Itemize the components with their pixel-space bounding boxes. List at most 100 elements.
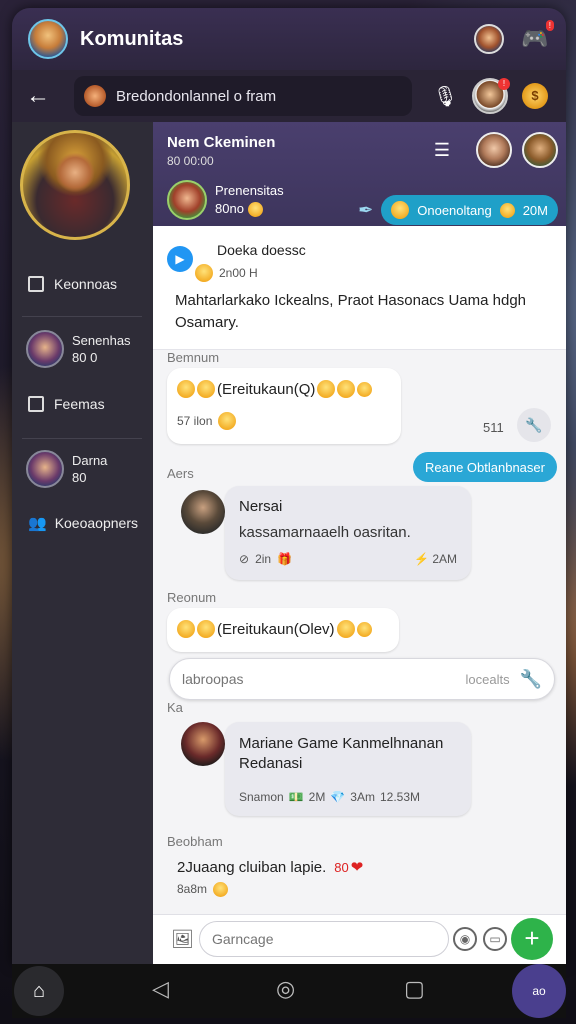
- sticker-button-icon[interactable]: ▭: [483, 927, 507, 951]
- message-time: 8a8m: [177, 882, 208, 896]
- message-text: 2Juaang cluiban lapie.: [177, 858, 327, 876]
- recents-square-icon[interactable]: ▢: [404, 976, 425, 1002]
- sidebar-item-0[interactable]: Keonnoas: [28, 276, 117, 292]
- search-input[interactable]: [182, 671, 466, 687]
- microphone-icon[interactable]: 🎙: [433, 84, 458, 109]
- sidebar-user-sub: 80: [72, 470, 87, 485]
- action-pill-button[interactable]: Onoenoltang 20M: [381, 195, 558, 225]
- bolt-icon: ⚡: [414, 552, 429, 566]
- sidebar-user-name: Senenhas: [72, 333, 131, 348]
- message-bubble[interactable]: (Ereitukaun(Q) 57 ilon: [167, 368, 401, 444]
- channel-selector[interactable]: Bredondonlannel o fram: [74, 76, 412, 116]
- message-text: (Ereitukaun(Olev): [217, 620, 335, 638]
- door-icon: [28, 396, 44, 412]
- sidebar-item-label: Koeoaopners: [54, 515, 138, 531]
- sidebar-user-0[interactable]: Senenhas 80 0: [26, 330, 131, 368]
- back-arrow-icon[interactable]: ←: [26, 82, 52, 110]
- channel-bar: ← Bredondonlannel o fram 🎙 ! $: [12, 70, 566, 122]
- message-avatar[interactable]: [181, 722, 225, 766]
- message-bubble[interactable]: Mariane Game Kanmelhnanan Redanasi Snamo…: [225, 722, 471, 816]
- heart-icon: [356, 621, 372, 637]
- sidebar-item-1[interactable]: Feemas: [28, 396, 105, 412]
- message-count: 511: [483, 420, 504, 435]
- message-time: 2in: [255, 552, 272, 566]
- member-avatar[interactable]: [476, 132, 512, 168]
- message-input[interactable]: [212, 931, 436, 947]
- profile-avatar[interactable]: [474, 24, 504, 54]
- divider: [22, 316, 142, 317]
- message-bubble[interactable]: (Ereitukaun(Olev): [167, 608, 399, 652]
- clock-icon: ⊘: [239, 552, 250, 566]
- chat-subtitle: 80 00:00: [167, 154, 214, 168]
- emoji-icon: [177, 380, 195, 398]
- feather-icon[interactable]: ✒: [358, 200, 373, 221]
- divider: [22, 438, 142, 439]
- wrench-icon[interactable]: 🔧: [520, 669, 542, 690]
- message-count: 80: [334, 859, 349, 875]
- search-bar[interactable]: locealts 🔧: [169, 658, 555, 700]
- action-label: Onoenoltang: [417, 202, 492, 218]
- emoji-icon: [195, 264, 213, 282]
- search-hint: locealts: [465, 671, 510, 687]
- corner-action-button[interactable]: ao: [512, 964, 566, 1018]
- notification-badge: !: [545, 20, 554, 31]
- emoji-icon: [197, 380, 215, 398]
- message-text: (Ereitukaun(Q): [217, 380, 316, 398]
- meta-text: Snamon: [239, 790, 284, 804]
- emoji-button-icon[interactable]: ◉: [453, 927, 477, 951]
- emoji-icon: [213, 882, 229, 897]
- user-avatar[interactable]: !: [472, 78, 510, 114]
- add-button[interactable]: +: [511, 918, 553, 960]
- featured-member[interactable]: Prenensitas 80no: [167, 180, 284, 220]
- message-text: Mariane Game Kanmelhnanan Redanasi: [239, 735, 444, 772]
- member-avatar[interactable]: [522, 132, 558, 168]
- money-icon: 💵: [288, 790, 304, 804]
- app-window: Komunitas 🎮! ← Bredondonlannel o fram 🎙 …: [12, 8, 566, 964]
- gem-icon: 💎: [330, 790, 346, 804]
- coin-icon[interactable]: $: [522, 83, 548, 109]
- hero-avatar[interactable]: [20, 130, 130, 240]
- message-meta: Snamon 💵 2M 💎 3Am 12.53M: [239, 790, 420, 804]
- home-icon[interactable]: ⌂: [14, 966, 64, 1016]
- section-label: Ka: [167, 700, 183, 715]
- gift-icon: 🎁: [277, 552, 293, 566]
- meta-text: 3Am: [350, 790, 375, 804]
- list-icon[interactable]: ☰: [434, 140, 450, 161]
- sidebar: Keonnoas Senenhas 80 0 Feemas Darna 80 👥…: [12, 122, 153, 964]
- post-time: 2n00 H: [219, 266, 258, 280]
- reply-chip[interactable]: Reane Obtlanbnaser: [413, 452, 557, 482]
- sidebar-item-2[interactable]: 👥 Koeoaopners: [28, 514, 138, 532]
- chat-body: ▶ Doeka doessc 2n00 H Mahtarlarkako Icke…: [153, 226, 566, 964]
- gamepad-icon[interactable]: 🎮!: [520, 20, 554, 54]
- message-meta: ⊘ 2in 🎁: [239, 552, 292, 566]
- message-bubble[interactable]: Nersai kassamarnaaelh oasritan. ⊘ 2in 🎁 …: [225, 486, 471, 580]
- emoji-icon: [247, 202, 263, 218]
- channel-actions: 🎙 ! $: [433, 78, 548, 114]
- chat-header: Nem Ckeminen 80 00:00 ☰ Prenensitas 80no…: [153, 122, 566, 226]
- heart-icon: ❤: [350, 859, 364, 876]
- sidebar-item-label: Feemas: [54, 396, 105, 412]
- sidebar-user-name: Darna: [72, 453, 108, 468]
- emoji-icon: [499, 202, 515, 218]
- emoji-icon: [336, 620, 355, 638]
- sidebar-user-1[interactable]: Darna 80: [26, 450, 107, 488]
- channel-avatar: [84, 85, 106, 107]
- image-icon[interactable]: 🖼: [171, 929, 194, 950]
- post-author: Doeka doessc: [217, 242, 306, 258]
- pinned-post[interactable]: ▶ Doeka doessc 2n00 H Mahtarlarkako Icke…: [153, 226, 566, 350]
- alert-dot: !: [498, 78, 510, 90]
- wrench-icon[interactable]: 🔧: [517, 408, 551, 442]
- avatar: [26, 450, 64, 488]
- emoji-icon: [218, 412, 237, 430]
- message-bubble[interactable]: 2Juaang cluiban lapie. 80 ❤ 8a8m: [167, 852, 399, 902]
- message-avatar[interactable]: [181, 490, 225, 534]
- back-triangle-icon[interactable]: ◁: [152, 976, 169, 1002]
- title-bar: Komunitas 🎮!: [12, 8, 566, 70]
- message-field[interactable]: [199, 921, 449, 957]
- people-icon: 👥: [28, 515, 47, 532]
- post-text: Mahtarlarkako Ickealns, Praot Hasonacs U…: [175, 292, 527, 331]
- play-icon[interactable]: ▶: [167, 246, 193, 272]
- emoji-icon: [317, 380, 336, 398]
- header-icons: ☰: [434, 132, 558, 168]
- home-circle-icon[interactable]: ◎: [276, 976, 295, 1002]
